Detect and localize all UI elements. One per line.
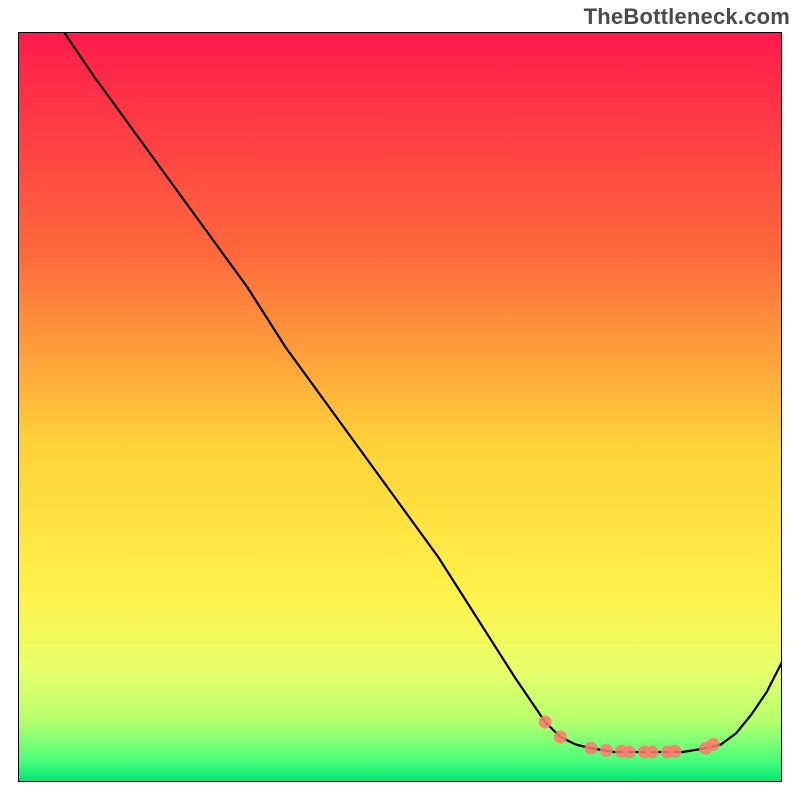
highlight-marker <box>646 746 659 759</box>
plot-area <box>18 32 782 782</box>
highlight-marker <box>669 745 682 758</box>
chart-frame: TheBottleneck.com <box>0 0 800 800</box>
watermark-text: TheBottleneck.com <box>584 4 790 30</box>
highlight-marker <box>707 738 720 751</box>
highlight-marker <box>585 742 598 755</box>
highlight-marker <box>600 744 613 757</box>
highlight-marker <box>623 746 636 759</box>
chart-svg <box>18 32 782 782</box>
highlight-marker <box>539 716 552 729</box>
highlight-marker <box>554 731 567 744</box>
gradient-background <box>18 32 782 782</box>
